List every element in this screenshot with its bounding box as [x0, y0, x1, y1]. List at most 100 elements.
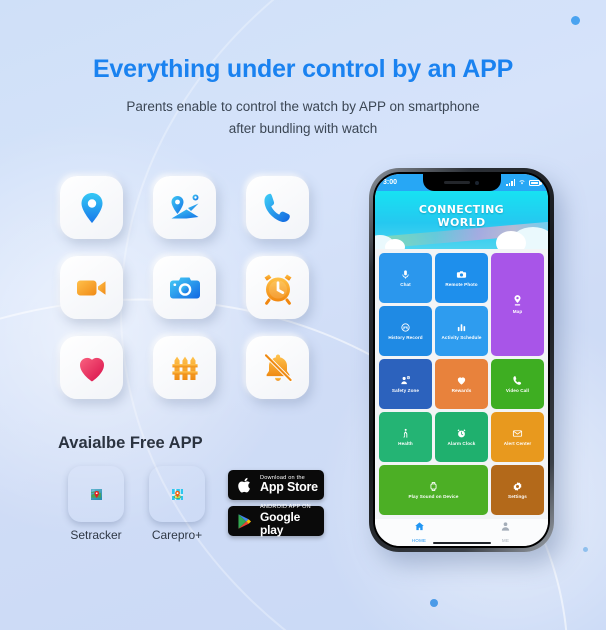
feature-icon-grid [60, 176, 309, 399]
tile-health-label: Health [398, 440, 413, 446]
nav-item-me-label: ME [502, 538, 510, 543]
tile-alarm-clock[interactable]: Alarm Clock [435, 412, 488, 462]
google-play-logo-icon [234, 513, 255, 530]
home-icon [414, 519, 425, 537]
phone-notch [422, 174, 501, 191]
tile-activity-schedule[interactable]: Activity Schedule [435, 306, 488, 356]
signal-bars-icon [506, 179, 515, 186]
app-store-badge-big: App Store [260, 480, 318, 495]
tile-play-sound-on-device[interactable]: Play Sound on Device [379, 465, 488, 515]
phone-bezel: 3:00 CONNECTING WORLD Chat Remote Photo … [373, 172, 550, 548]
hero-title-line-2: WORLD [437, 216, 486, 229]
tile-safety-zone[interactable]: Safety Zone [379, 359, 432, 409]
page-subtitle-line-1: Parents enable to control the watch by A… [126, 99, 480, 114]
app-hero-banner: CONNECTING WORLD [375, 191, 548, 249]
setracker-label: Setracker [70, 528, 122, 542]
gear-icon [512, 481, 523, 492]
phone-mockup: 3:00 CONNECTING WORLD Chat Remote Photo … [369, 168, 554, 552]
tile-alert-center[interactable]: Alert Center [491, 412, 544, 462]
app-carepro[interactable]: Carepro+ [142, 466, 212, 542]
route-map-icon [167, 190, 203, 226]
alarm-icon [456, 428, 467, 439]
tile-history-record[interactable]: History Record [379, 306, 432, 356]
heart-icon [456, 375, 467, 386]
tile-activity-schedule-label: Activity Schedule [441, 334, 482, 340]
tile-alert-center-label: Alert Center [503, 440, 532, 446]
hero-title: CONNECTING WORLD [419, 203, 504, 229]
tile-rewards[interactable]: Rewards [435, 359, 488, 409]
video-camera-icon [74, 270, 110, 306]
bar-chart-icon [456, 322, 467, 333]
apple-logo-icon [234, 476, 255, 494]
walking-icon [400, 428, 411, 439]
decorative-dot-bottom-right [583, 547, 588, 552]
page-subtitle-line-2: after bundling with watch [228, 121, 378, 136]
envelope-icon [512, 428, 523, 439]
wifi-icon [518, 178, 526, 188]
tile-settings-label: Settings [508, 493, 527, 499]
bell-muted-icon [260, 350, 296, 386]
feature-remote-camera [153, 256, 216, 319]
nav-item-me[interactable]: ME [500, 519, 511, 543]
tile-play-sound-label: Play Sound on Device [408, 493, 459, 499]
map-pin-icon [511, 294, 524, 307]
tile-video-call[interactable]: Video Call [491, 359, 544, 409]
phone-screen: 3:00 CONNECTING WORLD Chat Remote Photo … [375, 174, 548, 546]
battery-icon [529, 179, 542, 186]
nav-item-home[interactable]: HOME [412, 519, 426, 543]
feature-geo-fence [153, 336, 216, 399]
tile-map[interactable]: Map [491, 253, 544, 356]
fence-icon [167, 350, 203, 386]
feature-class-silence [246, 336, 309, 399]
alarm-clock-icon [260, 270, 296, 306]
carepro-app-icon [149, 466, 205, 522]
photo-camera-icon [167, 270, 203, 306]
google-play-badge-big: Google play [260, 510, 301, 537]
front-camera-icon [475, 180, 479, 185]
carepro-label: Carepro+ [151, 528, 203, 542]
bottom-navigation: HOME ME [375, 519, 548, 546]
feature-location [60, 176, 123, 239]
status-time: 3:00 [383, 179, 398, 186]
tile-chat-label: Chat [400, 281, 411, 287]
tile-chat[interactable]: Chat [379, 253, 432, 303]
tile-map-label: Map [512, 309, 523, 315]
page-root: Everything under control by an APP Paren… [0, 0, 606, 630]
tile-alarm-clock-label: Alarm Clock [447, 440, 476, 446]
tile-remote-photo-label: Remote Photo [445, 281, 478, 287]
location-pin-icon [74, 190, 110, 226]
app-tile-grid: Chat Remote Photo Map History Record Act… [375, 249, 548, 519]
tile-rewards-label: Rewards [451, 387, 472, 393]
app-store-badge[interactable]: Download on the App Store [228, 470, 324, 500]
safety-zone-icon [400, 375, 411, 386]
decorative-dot-top-right [571, 16, 580, 25]
tile-video-call-label: Video Call [505, 387, 530, 393]
feature-phone-call [246, 176, 309, 239]
feature-video-call [60, 256, 123, 319]
app-setracker[interactable]: Setracker [64, 466, 128, 542]
footprint-icon [400, 322, 411, 333]
tile-history-record-label: History Record [388, 334, 423, 340]
status-icons [506, 178, 542, 188]
feature-route-tracking [153, 176, 216, 239]
phone-call-icon [260, 190, 296, 226]
camera-icon [456, 269, 467, 280]
hero-title-line-1: CONNECTING [418, 203, 505, 216]
microphone-icon [400, 269, 411, 280]
phone-icon [512, 375, 523, 386]
watch-icon [428, 481, 439, 492]
feature-health-monitor [60, 336, 123, 399]
heart-icon [74, 350, 110, 386]
tile-remote-photo[interactable]: Remote Photo [435, 253, 488, 303]
feature-alarm-clock [246, 256, 309, 319]
google-play-badge[interactable]: ANDROID APP ON Google play [228, 505, 324, 537]
free-app-section-title: Avaialbe Free APP [58, 434, 203, 452]
tile-safety-zone-label: Safety Zone [391, 387, 420, 393]
person-icon [500, 519, 511, 537]
home-indicator [432, 541, 491, 544]
tile-health[interactable]: Health [379, 412, 432, 462]
hero-cloud-right-small [496, 231, 526, 249]
nav-item-home-label: HOME [411, 538, 427, 543]
tile-settings[interactable]: Settings [491, 465, 544, 515]
decorative-dot-bottom-center [430, 599, 438, 607]
